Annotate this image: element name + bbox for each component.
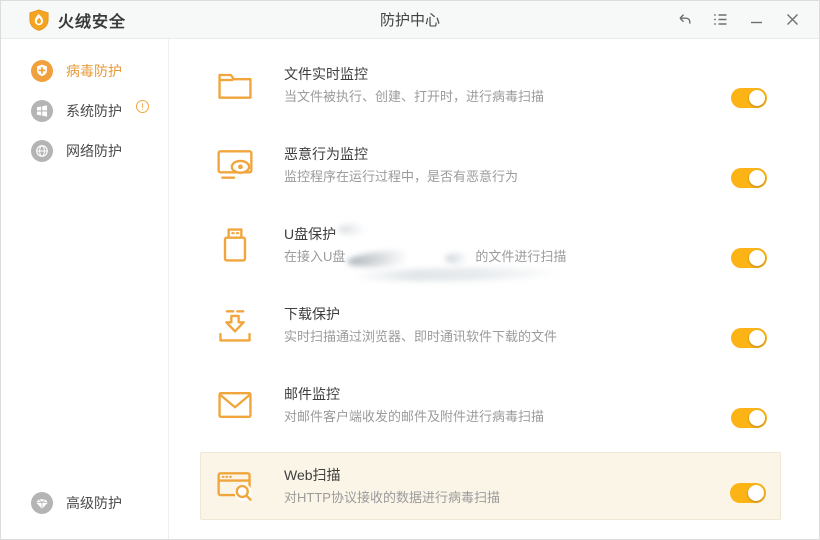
web-scan-icon <box>215 466 255 506</box>
protection-title: 下载保护 <box>284 305 557 324</box>
shield-plus-icon <box>31 60 53 82</box>
minimize-button[interactable] <box>743 7 769 33</box>
protection-row-behavior-monitor[interactable]: 恶意行为监控 监控程序在运行过程中，是否有恶意行为 <box>200 138 781 218</box>
redaction-smudge <box>445 253 473 264</box>
redaction-smudge <box>350 266 562 283</box>
protection-title: 文件实时监控 <box>284 65 544 84</box>
protection-row-mail[interactable]: 邮件监控 对邮件客户端收发的邮件及附件进行病毒扫描 <box>200 378 781 458</box>
protection-list: 文件实时监控 当文件被执行、创建、打开时，进行病毒扫描 恶意行为监控 <box>169 39 819 539</box>
huorong-security-window: 火绒安全 防护中心 <box>0 0 820 540</box>
diamond-icon <box>31 492 53 514</box>
sidebar-item-system-protection[interactable]: 系统防护! <box>1 91 168 131</box>
menu-list-button[interactable] <box>707 7 733 33</box>
sidebar-item-label: 病毒防护 <box>66 61 122 81</box>
sidebar-item-label: 高级防护 <box>66 493 122 513</box>
globe-icon <box>31 140 53 162</box>
mail-icon <box>215 385 255 425</box>
page-title: 防护中心 <box>380 9 440 30</box>
protection-title: 恶意行为监控 <box>284 145 518 164</box>
protection-desc: 当文件被执行、创建、打开时，进行病毒扫描 <box>284 89 544 105</box>
redaction-smudge-gap <box>345 251 475 265</box>
folder-icon <box>215 65 255 105</box>
back-undo-button[interactable] <box>671 7 697 33</box>
toggle-usb-protection[interactable] <box>731 248 767 268</box>
protection-row-usb[interactable]: U盘保护 在接入U盘的文件进行扫描 <box>200 218 781 298</box>
window-controls <box>661 7 805 33</box>
toggle-file-monitor[interactable] <box>731 88 767 108</box>
close-button[interactable] <box>779 7 805 33</box>
usb-drive-icon <box>215 225 255 265</box>
download-icon <box>215 305 255 345</box>
protection-title: 邮件监控 <box>284 385 544 404</box>
protection-title: U盘保护 <box>284 225 566 244</box>
protection-row-download[interactable]: 下载保护 实时扫描通过浏览器、即时通讯软件下载的文件 <box>200 298 781 378</box>
system-grid-icon <box>31 100 53 122</box>
toggle-web-scan[interactable] <box>730 483 766 503</box>
warning-badge: ! <box>136 100 149 113</box>
sidebar: 病毒防护 系统防护! <box>1 39 169 539</box>
app-name: 火绒安全 <box>58 8 126 32</box>
protection-desc: 在接入U盘的文件进行扫描 <box>284 249 566 265</box>
protection-title: Web扫描 <box>284 466 500 485</box>
protection-desc: 对HTTP协议接收的数据进行病毒扫描 <box>284 490 500 506</box>
sidebar-item-advanced-protection[interactable]: 高级防护 <box>1 483 168 523</box>
protection-desc: 监控程序在运行过程中，是否有恶意行为 <box>284 169 518 185</box>
redaction-smudge <box>347 247 428 269</box>
toggle-behavior-monitor[interactable] <box>731 168 767 188</box>
toggle-mail-monitor[interactable] <box>731 408 767 428</box>
sidebar-item-label: 网络防护 <box>66 141 122 161</box>
sidebar-item-label: 系统防护 <box>66 101 122 121</box>
protection-desc: 对邮件客户端收发的邮件及附件进行病毒扫描 <box>284 409 544 425</box>
protection-row-web-scan[interactable]: Web扫描 对HTTP协议接收的数据进行病毒扫描 <box>200 452 781 520</box>
sidebar-item-network-protection[interactable]: 网络防护 <box>1 131 168 171</box>
protection-row-file-monitor[interactable]: 文件实时监控 当文件被执行、创建、打开时，进行病毒扫描 <box>200 58 781 138</box>
sidebar-item-virus-protection[interactable]: 病毒防护 <box>1 51 168 91</box>
monitor-eye-icon <box>215 145 255 185</box>
toggle-download-protection[interactable] <box>731 328 767 348</box>
title-bar: 火绒安全 防护中心 <box>1 1 819 39</box>
shield-flame-logo-icon <box>28 9 50 31</box>
app-logo: 火绒安全 <box>28 8 126 32</box>
protection-desc: 实时扫描通过浏览器、即时通讯软件下载的文件 <box>284 329 557 345</box>
